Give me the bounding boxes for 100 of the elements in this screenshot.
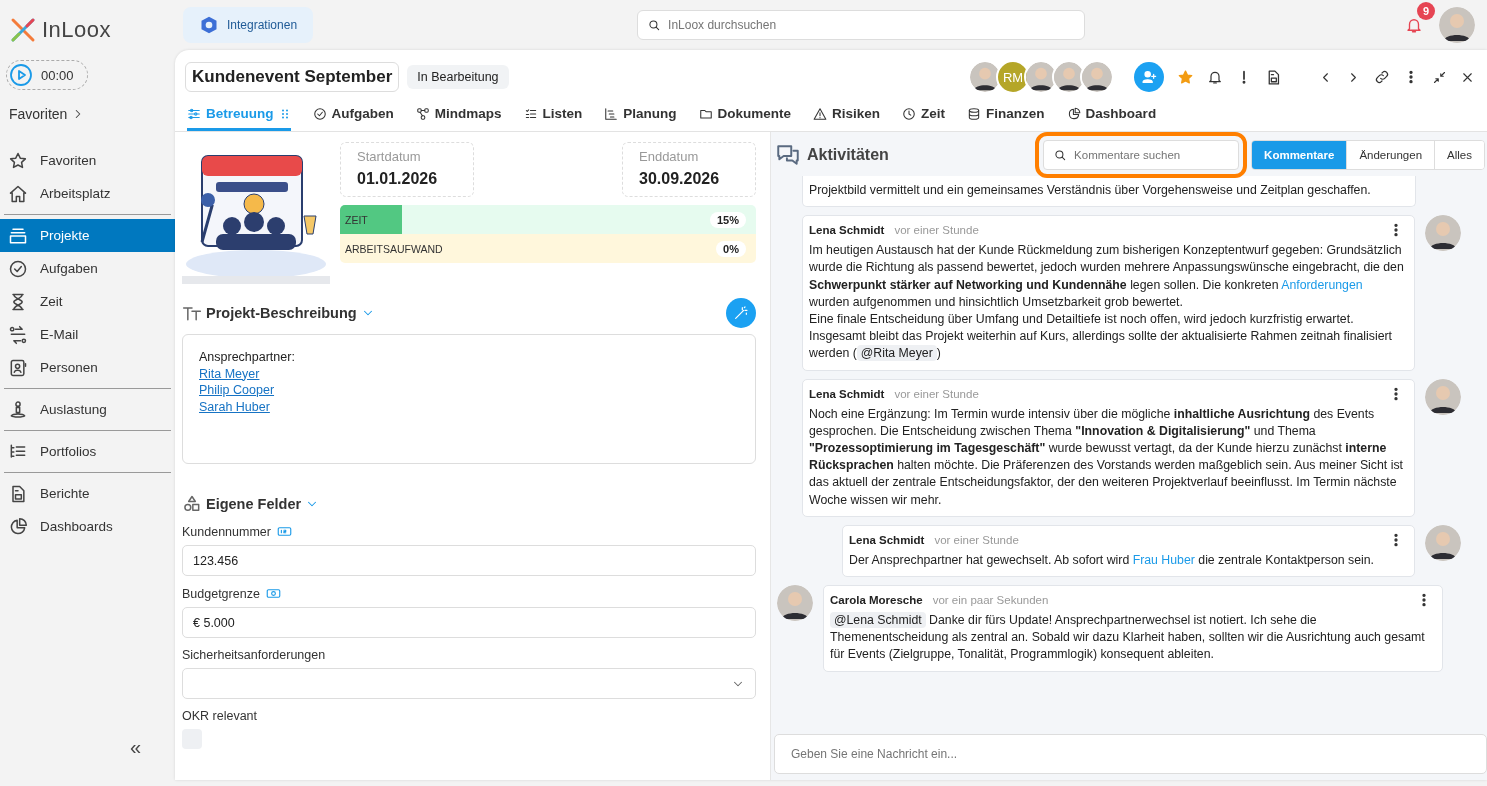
sliders-icon	[187, 106, 201, 121]
sidebar-item[interactable]: Portfolios	[0, 435, 175, 468]
sidebar-item[interactable]: Personen	[0, 351, 175, 384]
star-icon	[1177, 68, 1194, 86]
hexagon-logo-icon	[199, 15, 219, 35]
date-label: Enddatum	[639, 149, 700, 164]
comment-author: Lena Schmidt	[809, 387, 885, 400]
contact-link[interactable]: Sarah Huber	[199, 398, 270, 415]
link-icon	[1374, 69, 1390, 85]
field-label: OKR relevant	[182, 709, 258, 723]
favorites-header[interactable]: Favoriten	[9, 106, 175, 122]
clock-icon	[902, 106, 917, 121]
comment-text: Eine finale Entscheidung über Umfang und Detailtiefe ist noch offen, wird jedoch kurzfristig erwartet.	[809, 311, 1355, 328]
sidebar-item[interactable]: Berichte	[0, 477, 175, 510]
input-field[interactable]: 123.456	[182, 545, 756, 576]
comment-text: Noch eine Ergänzung: Im Termin wurde intensiv über die mögliche inhaltliche Ausrichtung des Events gesprochen. Die Entscheidung zwischen Thema "Innovation & Digitalisierung" und Thema "Prozessoptimierung im Tagesgeschäft" wurde bewusst vertagt, da der Kunde hierzu zunächst interne Rücksprachen halten möchte. Die Präferenzen des Vorstands werden maßgeblich sein. Aus meiner Sicht ist das aktuell der zentrale Entscheidungsfaktor, der den weiteren Projektverlauf beeinflusst. Im Termin nächste Woche wissen wir mehr.	[809, 405, 1404, 509]
comment-text: Insgesamt bleibt das Projekt weiterhin auf Kurs, allerdings sollte der aktualisierte Rahmen zeitnah finalisiert werden ( @Rita Meyer )	[809, 328, 1394, 363]
select-field[interactable]	[182, 668, 756, 699]
add-person-button[interactable]	[1134, 62, 1164, 92]
search-field[interactable]: InLoox durchsuchen	[637, 10, 1086, 40]
comment-text: @Lena Schmidt Danke dir fürs Update! Ansprechpartnerwechsel ist notiert. Ich sehe die Themenentscheidung als zentral an. Sobald wir dazu Klarheit haben, sollten wir die Ausrichtung auch gesamt für Events (Zielgruppe, Tonalität, Programmlogik) konsequent ableiten.	[830, 612, 1426, 664]
sidebar-item[interactable]: Auslastung	[0, 393, 175, 426]
bell-button[interactable]	[1207, 69, 1223, 85]
description-text: Ansprechpartner:	[199, 349, 296, 366]
list-icon	[523, 106, 538, 121]
arrows-icon	[8, 324, 28, 345]
avatar	[1439, 7, 1475, 43]
description-box[interactable]: Ansprechpartner: Rita Meyer Philip Cooper Sarah Huber	[182, 334, 756, 464]
filter-tab[interactable]: Alles	[1434, 141, 1484, 169]
logo-text: InLoox	[42, 17, 112, 43]
add-person-icon	[1141, 69, 1157, 85]
logo-icon	[10, 17, 36, 43]
sidebar-item[interactable]: Dashboards	[0, 510, 175, 543]
gantt-icon	[604, 106, 619, 121]
tab[interactable]: Risiken	[813, 100, 881, 131]
link-button[interactable]	[1374, 69, 1390, 85]
warning-icon	[813, 106, 828, 121]
date-value: 30.09.2026	[639, 170, 721, 188]
mention-chip[interactable]: @Lena Schmidt	[830, 612, 926, 629]
sidebar-item[interactable]: E-Mail	[0, 318, 175, 351]
avatar	[777, 585, 813, 622]
shapes-icon	[182, 494, 202, 514]
project-title[interactable]: Kundenevent September	[185, 62, 400, 92]
search-icon	[1053, 148, 1068, 162]
check-circle-icon	[8, 258, 28, 279]
bell-icon	[1405, 16, 1423, 34]
sidebar-item[interactable]: Projekte	[0, 219, 175, 252]
sidebar-item[interactable]: Zeit	[0, 285, 175, 318]
bar-reading: 15%	[709, 211, 746, 228]
message-field[interactable]: Geben Sie eine Nachricht ein...	[774, 734, 1487, 774]
tab[interactable]: Aufgaben	[312, 100, 394, 131]
bell-icon	[1207, 69, 1223, 85]
minimize-button[interactable]	[1432, 69, 1447, 85]
person-icon	[8, 399, 28, 420]
tab[interactable]: Mindmaps	[415, 100, 502, 131]
bar-label: ZEIT	[345, 213, 368, 226]
banknote-icon	[265, 586, 281, 601]
star-icon	[8, 150, 28, 171]
comment-time: vor ein paar Sekunden	[932, 594, 1049, 607]
comment-author: Carola Moresche	[830, 594, 923, 607]
search-icon	[647, 18, 662, 32]
avatar	[1425, 524, 1461, 561]
chat-icon	[775, 142, 801, 168]
avatar	[1425, 378, 1461, 415]
field-label: Kundennummer	[182, 524, 271, 539]
status-chip[interactable]: In Bearbeitung	[407, 65, 509, 89]
magic-wand-button[interactable]	[726, 298, 756, 328]
tab[interactable]: Planung	[604, 100, 677, 131]
sidebar-item[interactable]: Favoriten	[0, 144, 175, 177]
avatar	[1425, 215, 1461, 252]
comment-text: Im heutigen Austausch hat der Kunde Rückmeldung zum bisherigen Konzeptentwurf gegeben: Grundsätzlich wurde die Richtung als passend bewertet, jedoch wurden mehrere Anpassungswünsche eingebracht, die den Schwerpunkt stärker auf Networking und Kundennähe legen sollen. Die konkreten Anforderungen wurden aufgenommen und hinsichtlich Umsetzbarkeit grob bewertet.	[809, 242, 1404, 311]
activities-title: Aktivitäten	[807, 146, 889, 164]
home-icon	[8, 183, 28, 204]
tab[interactable]: Dokumente	[698, 100, 792, 131]
tab[interactable]: Listen	[523, 100, 583, 131]
bar-reading: 0%	[716, 240, 746, 257]
notification-badge: 9	[1417, 2, 1435, 20]
check-circle-icon	[312, 106, 327, 121]
comment-time: vor einer Stunde	[934, 533, 1019, 546]
comment-time: vor einer Stunde	[894, 224, 979, 237]
coins-icon	[967, 106, 982, 121]
comment-text: Projektbild vermittelt und ein gemeinsames Verständnis über Vorgehensweise und Zeitplan geschaffen.	[809, 182, 1372, 199]
collapse-arrows-icon	[1432, 69, 1447, 85]
sidebar-item[interactable]: Arbeitsplatz	[0, 177, 175, 210]
section-title: Eigene Felder	[206, 496, 302, 512]
avatar	[1080, 60, 1114, 94]
input-field[interactable]: € 5.000	[182, 607, 756, 638]
collapse-button[interactable]: «	[123, 735, 147, 760]
contact-link[interactable]: Rita Meyer	[199, 365, 260, 382]
tab[interactable]: Dashboard	[1066, 100, 1157, 131]
comment-author: Lena Schmidt	[849, 533, 925, 546]
tab[interactable]: Finanzen	[967, 100, 1045, 131]
mention-chip[interactable]: @Rita Meyer	[856, 345, 937, 362]
nodes-icon	[415, 106, 430, 121]
sidebar-item[interactable]: Aufgaben	[0, 252, 175, 285]
notification-button[interactable]	[1405, 16, 1423, 34]
contact-link[interactable]: Philip Cooper	[199, 382, 275, 399]
tab[interactable]: Zeit	[902, 100, 946, 131]
contact-card-icon	[8, 357, 28, 378]
integrations-button[interactable]: Integrationen	[183, 7, 314, 43]
